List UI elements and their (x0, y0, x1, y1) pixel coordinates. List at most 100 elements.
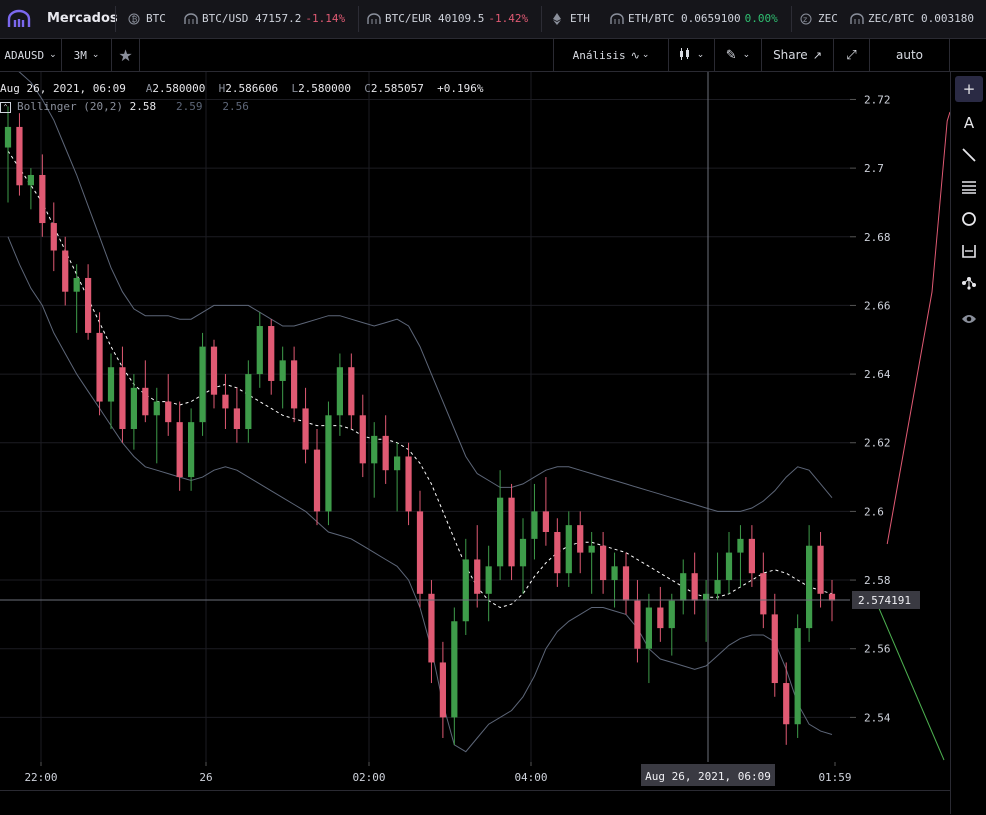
fib-tool-icon[interactable] (955, 174, 983, 200)
ticker-zec-btc[interactable]: ZEC/BTC 0.003180 (850, 12, 974, 25)
fullscreen-button[interactable]: ⤢ (834, 39, 870, 71)
time-axis[interactable]: 22:00 26 02:00 04:00 01:59 Aug 26, 2021, 06:… (0, 762, 950, 790)
candle-body (668, 600, 675, 629)
candle-body (119, 367, 126, 430)
chart-footer (0, 790, 950, 815)
candle-body (519, 538, 527, 567)
indicator-row[interactable]: ⌃ Bollinger (20,2) 2.58 2.59 2.56 (0, 100, 484, 113)
candle-body (27, 174, 34, 186)
chart-toolbar: ADAUSD ⌄ 3M ⌄ ★ Análisis ∿ ⌄ ⌄ ✎ ⌄ Share… (0, 39, 986, 72)
analysis-menu[interactable]: Análisis ∿ ⌄ (553, 39, 669, 71)
open-value: 2.580000 (152, 82, 206, 95)
crosshair-price-label: 2.574191 (852, 591, 920, 610)
candle-body (577, 525, 584, 553)
ticker-label: ETH (570, 12, 590, 25)
exchange-icon (850, 12, 864, 25)
symbol-selector[interactable]: ADAUSD ⌄ (0, 39, 62, 71)
candle-body (451, 621, 458, 718)
chevron-down-icon: ⌄ (49, 50, 57, 60)
candle-body (16, 126, 23, 186)
favorite-button[interactable]: ★ (112, 39, 140, 71)
candle-body (657, 607, 664, 629)
exchange-logo-icon[interactable] (0, 0, 38, 38)
line-tool-icon[interactable] (955, 142, 983, 168)
price-tick-label: 2.66 (864, 299, 891, 312)
visibility-toggle-icon[interactable] (955, 306, 983, 332)
chevron-down-icon: ⌄ (91, 50, 100, 60)
chart-type-selector[interactable]: ⌄ (669, 39, 715, 71)
candle-body (279, 360, 286, 381)
candle-body (85, 277, 92, 333)
ticker-label: ZEC/BTC 0.003180 (868, 12, 974, 25)
candle-body (256, 326, 263, 375)
analysis-label: Análisis (572, 48, 626, 62)
ticker-zec[interactable]: z ZEC (800, 12, 838, 25)
ticker-btc-eur[interactable]: BTC/EUR 40109.5 -1.42% (367, 12, 528, 25)
exchange-icon (610, 12, 624, 25)
scale-mode-button[interactable]: auto (870, 39, 950, 71)
candle-body (371, 435, 378, 464)
legend-date: Aug 26, 2021, 06:09 (0, 82, 126, 95)
svg-text:₿: ₿ (132, 15, 138, 24)
candle-body (62, 250, 69, 292)
low-value: 2.580000 (298, 82, 352, 95)
circle-tool-icon[interactable] (955, 206, 983, 232)
svg-text:z: z (803, 15, 807, 24)
share-label: Share (773, 48, 808, 62)
interval-selector[interactable]: 3M ⌄ (62, 39, 112, 71)
change-value: +0.196% (437, 82, 484, 95)
candle-body (291, 360, 298, 409)
measure-tool-icon[interactable] (955, 238, 983, 264)
price-tick-label: 2.6 (864, 505, 884, 518)
ticker-eth-btc[interactable]: ETH/BTC 0.0659100 0.00% (610, 12, 778, 25)
candlestick-icon (679, 47, 691, 63)
candle-body (714, 580, 721, 594)
ticker-btc-usd[interactable]: BTC/USD 47157.2 -1.14% (184, 12, 345, 25)
ticker-eth[interactable]: ETH (552, 12, 590, 25)
market-ticker-bar: Mercados ₿ BTC BTC/USD 47157.2 -1.14% BT… (0, 0, 986, 39)
ticker-label: BTC (146, 12, 166, 25)
time-tick-label: 04:00 (514, 771, 547, 784)
candle-body (622, 566, 630, 601)
exchange-icon (367, 12, 381, 25)
collapse-icon[interactable]: ⌃ (0, 101, 11, 113)
close-label: C (364, 82, 371, 95)
price-tick-label: 2.68 (864, 231, 891, 244)
candle-body (96, 332, 103, 402)
candle-body (794, 628, 801, 725)
text-tool-icon[interactable]: A (955, 110, 983, 136)
pattern-tool-icon[interactable] (955, 270, 983, 296)
candle-body (680, 573, 687, 601)
ticker-btc[interactable]: ₿ BTC (128, 12, 166, 25)
crosshair-tool-icon[interactable]: + (955, 76, 983, 102)
ticker-label: BTC/USD 47157.2 (202, 12, 302, 25)
candle-body (725, 552, 733, 581)
share-button[interactable]: Share ↗ (762, 39, 834, 71)
candle-body (348, 367, 355, 416)
crosshair-time-text: Aug 26, 2021, 06:09 (645, 770, 771, 783)
ticker-label: BTC/EUR 40109.5 (385, 12, 485, 25)
candle-body (188, 422, 195, 478)
candle-body (531, 511, 538, 539)
price-axis[interactable]: 2.72 2.7 2.68 2.66 2.64 2.62 2.6 2.58 2.56 2.54 2… (850, 72, 950, 762)
candle-body (336, 367, 343, 416)
candle-body (405, 456, 412, 512)
candle-body (565, 525, 572, 574)
candle-body (268, 326, 275, 381)
price-tick-label: 2.62 (864, 437, 891, 450)
candle-body (107, 367, 115, 402)
price-chart[interactable] (0, 72, 850, 762)
candle-body (359, 415, 366, 464)
candle-body (199, 346, 206, 423)
candle-body (508, 497, 515, 567)
candle-body (142, 387, 149, 416)
price-tick-label: 2.7 (864, 162, 884, 175)
time-tick-label: 22:00 (24, 771, 57, 784)
chevron-down-icon: ⌄ (742, 50, 751, 60)
candle-body (165, 401, 172, 423)
candle-body (394, 456, 401, 471)
chart-grid (0, 72, 850, 762)
drawing-tools-selector[interactable]: ✎ ⌄ (715, 39, 762, 71)
markets-menu[interactable]: Mercados (47, 11, 118, 26)
candle-body (783, 683, 790, 725)
